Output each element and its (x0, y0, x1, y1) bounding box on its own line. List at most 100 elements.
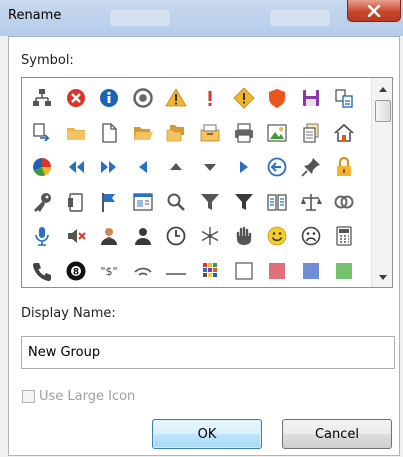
display-name-label: Display Name: (21, 306, 116, 321)
symbol-cell[interactable] (330, 84, 358, 112)
symbol-cell[interactable]: "$" (95, 257, 123, 285)
symbol-cell[interactable] (196, 119, 224, 147)
symbol-cell[interactable] (28, 153, 56, 181)
symbol-cell[interactable] (330, 119, 358, 147)
symbol-cell[interactable] (95, 153, 123, 181)
symbol-cell[interactable] (330, 188, 358, 216)
calculator-icon (336, 226, 352, 246)
symbol-cell[interactable] (62, 222, 90, 250)
symbol-cell[interactable] (62, 153, 90, 181)
symbol-cell[interactable] (263, 153, 291, 181)
symbol-cell[interactable] (230, 222, 258, 250)
symbol-cell[interactable] (330, 257, 358, 285)
symbol-cell[interactable] (230, 119, 258, 147)
symbol-cell[interactable] (263, 84, 291, 112)
person-a-icon (101, 228, 117, 245)
symbol-cell[interactable] (263, 119, 291, 147)
symbol-cell[interactable] (230, 84, 258, 112)
scroll-thumb[interactable] (375, 100, 391, 122)
symbol-cell[interactable] (162, 222, 190, 250)
padlock-icon (337, 156, 351, 176)
error-circle-icon (67, 89, 85, 107)
org-chart-icon (33, 89, 51, 106)
display-name-input[interactable] (21, 336, 395, 369)
symbol-cell[interactable] (263, 257, 291, 285)
symbol-cell[interactable] (129, 188, 157, 216)
ok-button[interactable]: OK (152, 419, 262, 449)
doc-transfer-icon (33, 123, 50, 142)
symbol-cell[interactable] (129, 222, 157, 250)
symbol-cell[interactable] (62, 119, 90, 147)
snowflake-icon (201, 227, 219, 245)
symbol-cell[interactable] (297, 84, 325, 112)
symbol-cell[interactable] (129, 257, 157, 285)
hand-icon (236, 226, 252, 245)
symbol-cell[interactable] (28, 119, 56, 147)
symbol-cell[interactable] (129, 153, 157, 181)
symbol-cell[interactable] (28, 222, 56, 250)
symbol-cell[interactable]: 8 (62, 257, 90, 285)
scroll-down-button[interactable] (372, 268, 392, 286)
symbol-cell[interactable] (28, 257, 56, 285)
symbol-cell[interactable] (95, 84, 123, 112)
symbol-cell[interactable] (28, 84, 56, 112)
rings-icon (334, 195, 354, 209)
shield-icon (269, 89, 285, 108)
symbol-cell[interactable] (263, 222, 291, 250)
symbol-cell[interactable] (297, 257, 325, 285)
smiley-icon (267, 226, 287, 246)
symbol-cell[interactable] (230, 257, 258, 285)
sad-face-icon (301, 226, 321, 246)
symbol-cell[interactable] (162, 84, 190, 112)
symbol-cell[interactable] (162, 153, 190, 181)
symbol-list[interactable]: 8 "$" (21, 77, 393, 288)
filter-icon (201, 194, 219, 210)
vertical-scrollbar[interactable] (371, 78, 392, 287)
scroll-up-button[interactable] (372, 80, 392, 98)
symbol-cell[interactable] (297, 119, 325, 147)
symbol-cell[interactable] (62, 188, 90, 216)
large-icon-label: Use Large Icon (39, 389, 136, 404)
blue-square-icon (303, 263, 319, 279)
folders-icon (166, 125, 184, 142)
target-circle-icon (133, 88, 153, 108)
symbol-cell[interactable] (129, 119, 157, 147)
filter-dark-icon (235, 194, 253, 210)
symbol-cell[interactable] (196, 84, 224, 112)
back-circle-icon (267, 157, 287, 177)
symbol-cell[interactable] (95, 222, 123, 250)
dollar-text-icon: "$" (100, 265, 117, 278)
symbol-cell[interactable] (230, 188, 258, 216)
large-icon-option: Use Large Icon (22, 389, 135, 404)
symbol-cell[interactable] (330, 222, 358, 250)
symbol-cell[interactable] (297, 153, 325, 181)
symbol-cell[interactable] (263, 188, 291, 216)
symbol-cell[interactable] (95, 119, 123, 147)
symbol-cell[interactable] (196, 257, 224, 285)
symbol-cell[interactable] (297, 222, 325, 250)
clock-icon (166, 226, 186, 246)
flag-icon (102, 193, 115, 212)
symbol-cell[interactable] (162, 188, 190, 216)
symbol-cell[interactable] (28, 188, 56, 216)
symbol-cell[interactable] (95, 188, 123, 216)
symbol-cell[interactable] (297, 188, 325, 216)
symbol-cell[interactable] (162, 119, 190, 147)
symbol-cell[interactable] (62, 84, 90, 112)
symbol-cell[interactable] (196, 222, 224, 250)
symbol-cell[interactable] (129, 84, 157, 112)
symbol-cell[interactable] (162, 257, 190, 285)
symbol-cell[interactable] (196, 153, 224, 181)
rewind-icon (69, 161, 84, 173)
background-tab (110, 10, 170, 26)
person-b-icon (135, 228, 151, 245)
floppy-disk-icon (303, 90, 319, 106)
move-doc-icon (335, 89, 353, 108)
close-button[interactable] (347, 0, 401, 22)
symbol-cell[interactable] (196, 188, 224, 216)
cancel-button[interactable]: Cancel (282, 419, 392, 449)
pin-icon (301, 158, 320, 177)
symbol-cell[interactable] (230, 153, 258, 181)
large-icon-checkbox[interactable] (22, 390, 35, 403)
symbol-cell[interactable] (330, 153, 358, 181)
